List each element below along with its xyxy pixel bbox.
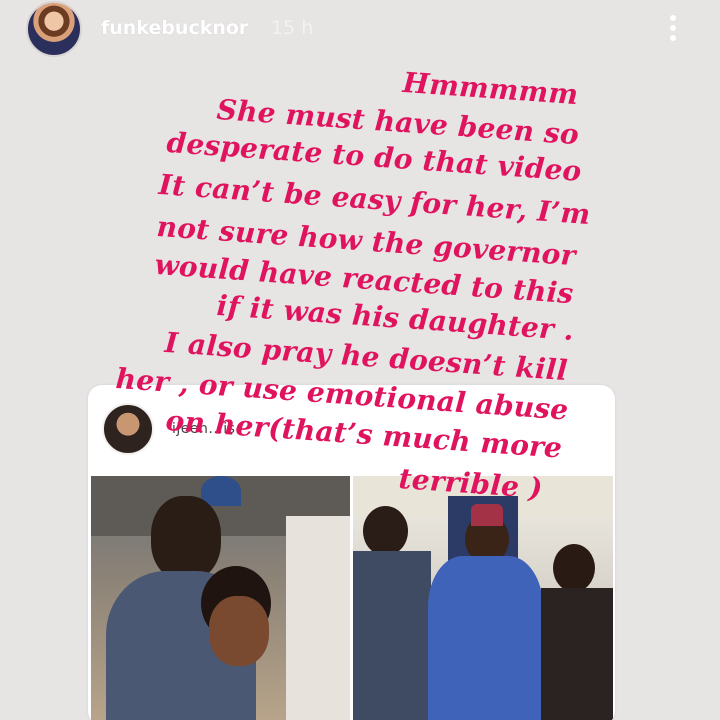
caption-line: It can’t be easy for her, I’m — [157, 168, 592, 232]
photo-hug — [91, 476, 350, 720]
reposted-post-card[interactable]: ijeen...is — [88, 385, 615, 720]
vertical-dots-icon[interactable] — [664, 12, 682, 46]
username[interactable]: funkebucknor — [101, 17, 248, 39]
caption-line: not sure how the governor — [155, 210, 577, 273]
repost-avatar — [102, 403, 154, 455]
caption-line: would have reacted to this — [153, 248, 575, 311]
photo-group — [353, 476, 613, 720]
story-view: funkebucknor 15 h ijeen...is Hmmmmm She … — [0, 0, 720, 720]
caption-line: She must have been so — [215, 93, 580, 152]
story-header: funkebucknor 15 h — [0, 0, 720, 62]
caption-line: if it was his daughter . — [215, 289, 575, 347]
caption-line: I also pray he doesn’t kill — [163, 326, 569, 388]
caption-line: desperate to do that video — [165, 126, 583, 188]
caption-line: Hmmmmm — [401, 66, 580, 112]
profile-avatar[interactable] — [26, 1, 82, 57]
repost-username: ijeen...is — [172, 421, 236, 437]
post-time: 15 h — [271, 17, 314, 39]
